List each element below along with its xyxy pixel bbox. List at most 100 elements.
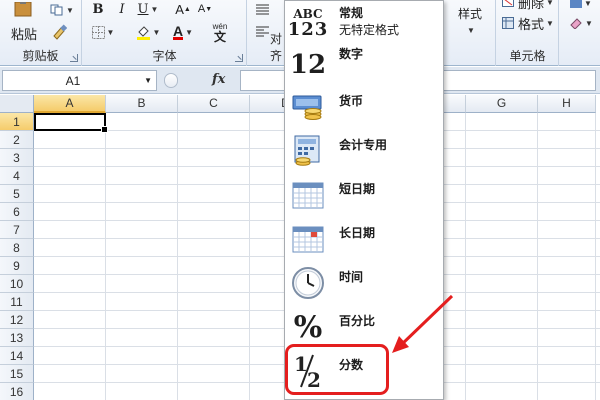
row-header-8[interactable]: 8	[0, 239, 34, 257]
row-header-1[interactable]: 1	[0, 113, 34, 131]
align-left-icon	[255, 26, 269, 36]
row-header-12[interactable]: 12	[0, 311, 34, 329]
format-title: 常规	[339, 6, 364, 20]
phonetic-guide-button[interactable]: wén 文	[205, 21, 235, 45]
number-format-dropdown: ABC 123 常规 无特定格式 12 数字 货币 会计专用 短日期 长日期 时…	[284, 0, 444, 400]
format-title: 货币	[339, 94, 364, 108]
long-date-calendar-icon	[289, 217, 327, 261]
row-header-10[interactable]: 10	[0, 275, 34, 293]
font-dialog-launcher[interactable]	[235, 54, 243, 62]
paste-label: 粘贴	[10, 26, 37, 42]
borders-button[interactable]: ▼	[89, 23, 117, 41]
delete-cells-icon	[502, 0, 515, 7]
format-title: 时间	[339, 270, 364, 284]
align-left-button[interactable]	[254, 22, 270, 40]
paste-button[interactable]: 粘贴	[4, 0, 44, 44]
row-header-13[interactable]: 13	[0, 329, 34, 347]
format-button[interactable]: 格式 ▼	[501, 14, 555, 32]
borders-icon	[91, 25, 105, 39]
percent-icon: %	[289, 305, 327, 349]
format-title: 短日期	[339, 182, 376, 196]
format-item-number[interactable]: 12 数字	[285, 43, 443, 87]
number-12-icon: 12	[289, 43, 327, 87]
format-title: 长日期	[339, 226, 376, 240]
alignment-group: 对齐	[248, 0, 288, 66]
row-header-14[interactable]: 14	[0, 347, 34, 365]
active-cell-a1[interactable]	[34, 113, 108, 133]
styles-button[interactable]: 样式 ▼	[450, 2, 490, 38]
column-header-b[interactable]: B	[106, 95, 178, 113]
clipboard-group-label: 剪贴板	[22, 49, 59, 63]
format-painter-button[interactable]	[48, 22, 70, 42]
n123-glyph: 123	[287, 18, 329, 40]
styles-label: 样式	[457, 7, 482, 21]
format-title: 百分比	[339, 314, 376, 328]
bold-button[interactable]: B	[89, 0, 107, 18]
column-header-c[interactable]: C	[178, 95, 250, 113]
name-box-value: A1	[65, 74, 81, 88]
format-label: 格式	[518, 16, 545, 32]
column-header-a[interactable]: A	[34, 95, 106, 113]
format-item-general[interactable]: ABC 123 常规 无特定格式	[285, 1, 443, 45]
font-color-button[interactable]: A ▼	[169, 23, 197, 41]
autosum-button[interactable]: ▼	[568, 0, 594, 10]
styles-group: 样式 ▼	[444, 0, 496, 66]
phonetic-han: 文	[213, 30, 226, 44]
format-title: 会计专用	[339, 138, 388, 152]
row-header-7[interactable]: 7	[0, 221, 34, 239]
font-group-label: 字体	[152, 49, 177, 63]
format-item-short-date[interactable]: 短日期	[285, 173, 443, 217]
row-header-11[interactable]: 11	[0, 293, 34, 311]
copy-icon	[50, 4, 63, 16]
format-cells-icon	[502, 17, 515, 29]
select-all-corner[interactable]	[0, 95, 34, 113]
row-header-3[interactable]: 3	[0, 149, 34, 167]
font-color-letter: A	[172, 22, 184, 40]
percent-glyph: %	[293, 309, 323, 345]
column-header-h[interactable]: H	[538, 95, 596, 113]
grow-font-button[interactable]: A ▲	[175, 0, 191, 18]
formula-bar-splitter[interactable]	[164, 73, 178, 88]
format-item-accounting[interactable]: 会计专用	[285, 129, 443, 173]
short-date-calendar-icon	[289, 173, 327, 217]
row-header-9[interactable]: 9	[0, 257, 34, 275]
italic-button[interactable]: I	[113, 0, 131, 18]
format-item-percentage[interactable]: % 百分比	[285, 305, 443, 349]
row-header-4[interactable]: 4	[0, 167, 34, 185]
fill-color-button[interactable]: ▼	[133, 23, 163, 41]
accounting-icon	[289, 129, 327, 173]
clipboard-group: 粘贴 ▼ 剪贴板	[0, 0, 82, 66]
delete-label: 删除	[518, 0, 545, 11]
row-header-6[interactable]: 6	[0, 203, 34, 221]
clock-icon	[289, 261, 327, 305]
clipboard-dialog-launcher[interactable]	[70, 54, 78, 62]
name-box[interactable]: A1 ▼	[2, 70, 157, 91]
font-group: B I U ▼ A ▲ A ▼ ▼ ▼ A ▼ wén 文 字体	[83, 0, 247, 66]
fill-bucket-icon	[136, 25, 150, 40]
grow-font-label: A	[175, 1, 184, 17]
align-top-button[interactable]	[254, 0, 270, 18]
row-header-15[interactable]: 15	[0, 365, 34, 383]
name-box-dropdown-icon[interactable]: ▼	[144, 76, 152, 85]
column-header-g[interactable]: G	[466, 95, 538, 113]
row-header-2[interactable]: 2	[0, 131, 34, 149]
row-header-16[interactable]: 16	[0, 383, 34, 400]
clear-button[interactable]: ▼	[568, 14, 594, 32]
n12-glyph: 12	[289, 50, 327, 80]
copy-button[interactable]: ▼	[48, 1, 76, 19]
insert-function-button[interactable]: fx	[212, 72, 225, 87]
format-painter-icon	[53, 24, 67, 40]
editing-group: ▼ ▼	[560, 0, 600, 66]
format-item-time[interactable]: 时间	[285, 261, 443, 305]
underline-label: U	[137, 1, 149, 17]
row-header-5[interactable]: 5	[0, 185, 34, 203]
paste-icon	[14, 1, 32, 16]
delete-button[interactable]: 删除 ▼	[501, 0, 555, 11]
underline-button[interactable]: U ▼	[135, 0, 161, 18]
format-item-long-date[interactable]: 长日期	[285, 217, 443, 261]
format-item-currency[interactable]: 货币	[285, 85, 443, 129]
cells-group: 删除 ▼ 格式 ▼ 单元格	[497, 0, 559, 66]
highlight-callout-box	[285, 344, 389, 395]
shrink-font-button[interactable]: A ▼	[197, 0, 213, 18]
format-subtitle: 无特定格式	[339, 23, 400, 37]
